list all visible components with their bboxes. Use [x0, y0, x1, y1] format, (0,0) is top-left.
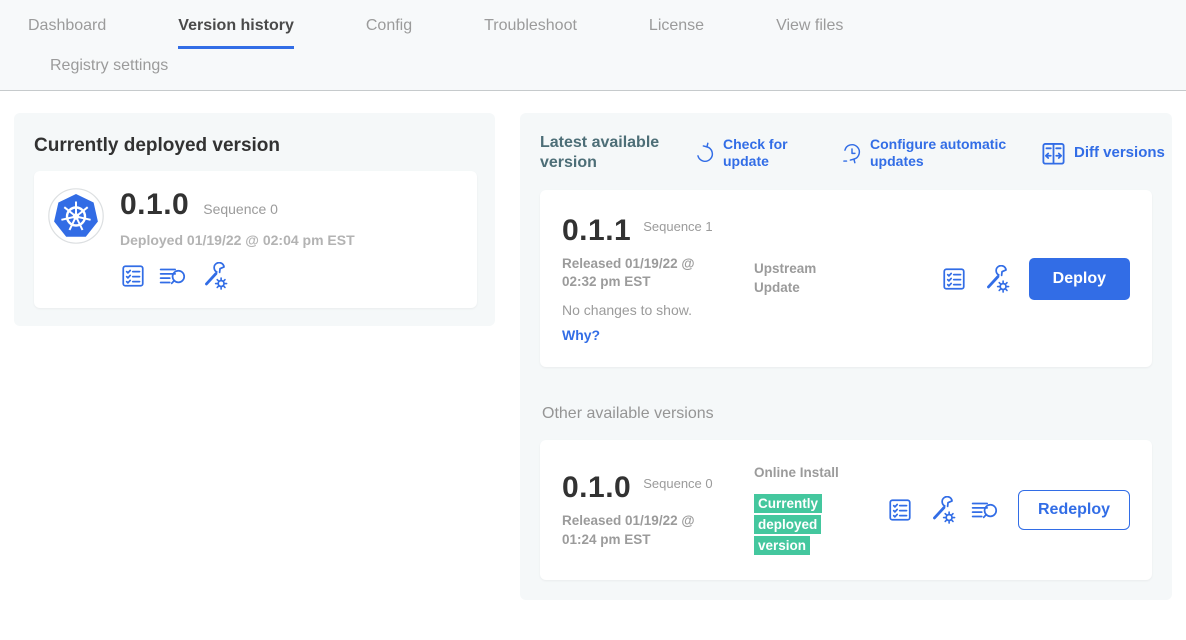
- tab-license[interactable]: License: [649, 17, 704, 49]
- deployed-version-card: 0.1.0 Sequence 0 Deployed 01/19/22 @ 02:…: [34, 171, 477, 308]
- currently-deployed-panel: Currently deployed version: [14, 113, 495, 326]
- kubernetes-logo: [48, 188, 104, 249]
- tab-registry-settings[interactable]: Registry settings: [50, 57, 168, 75]
- redeploy-button[interactable]: Redeploy: [1018, 490, 1130, 530]
- other-version-card: 0.1.0 Sequence 0 Released 01/19/22 @ 01:…: [540, 440, 1152, 580]
- edit-config-icon[interactable]: [200, 262, 228, 290]
- tab-troubleshoot[interactable]: Troubleshoot: [484, 17, 577, 49]
- deploy-button[interactable]: Deploy: [1029, 258, 1130, 300]
- deployed-version-info: 0.1.0 Sequence 0 Deployed 01/19/22 @ 02:…: [120, 188, 355, 290]
- other-version-info: 0.1.0 Sequence 0 Released 01/19/22 @ 01:…: [562, 471, 754, 548]
- why-link[interactable]: Why?: [562, 327, 600, 343]
- other-versions-title: Other available versions: [542, 405, 1152, 423]
- currently-deployed-title: Currently deployed version: [34, 135, 477, 157]
- primary-tab-bar: Dashboard Version history Config Trouble…: [0, 0, 1186, 49]
- view-logs-icon[interactable]: [971, 497, 999, 523]
- edit-config-icon[interactable]: [982, 265, 1010, 293]
- tab-dashboard[interactable]: Dashboard: [28, 17, 106, 49]
- other-sequence-label: Sequence 0: [643, 471, 715, 493]
- diff-versions-link[interactable]: Diff versions: [1040, 140, 1165, 167]
- preflight-checklist-icon[interactable]: [887, 497, 913, 523]
- latest-available-title: Latest available version: [540, 133, 672, 173]
- no-changes-note: No changes to show.: [562, 302, 754, 318]
- available-versions-panel: Latest available version Check for updat…: [520, 113, 1172, 600]
- check-for-update-icon: [694, 141, 716, 165]
- preflight-checklist-icon[interactable]: [941, 266, 967, 292]
- deployed-timestamp: Deployed 01/19/22 @ 02:04 pm EST: [120, 232, 355, 248]
- automatic-updates-icon: [841, 141, 863, 165]
- latest-version-source: Upstream Update: [754, 260, 846, 296]
- configure-automatic-updates-link[interactable]: Configure automatic updates: [841, 136, 1028, 170]
- diff-versions-icon: [1040, 140, 1067, 167]
- main-content: Currently deployed version: [0, 91, 1186, 600]
- other-version-number: 0.1.0: [562, 471, 631, 504]
- currently-deployed-badge-wrap: Currently deployed version: [754, 494, 834, 557]
- secondary-tab-bar: Registry settings: [0, 49, 1186, 90]
- app-header: Dashboard Version history Config Trouble…: [0, 0, 1186, 91]
- available-versions-header: Latest available version Check for updat…: [540, 133, 1152, 173]
- latest-sequence-label: Sequence 1: [643, 214, 715, 236]
- currently-deployed-badge: Currently deployed version: [754, 494, 822, 555]
- deployed-sequence-label: Sequence 0: [203, 201, 278, 217]
- check-for-update-link[interactable]: Check for update: [694, 136, 801, 170]
- deployed-version-number: 0.1.0: [120, 188, 189, 221]
- latest-version-info: 0.1.1 Sequence 1 Released 01/19/22 @ 02:…: [562, 214, 754, 343]
- latest-version-card: 0.1.1 Sequence 1 Released 01/19/22 @ 02:…: [540, 190, 1152, 367]
- other-version-source: Online Install Currently deployed versio…: [754, 464, 846, 557]
- tab-config[interactable]: Config: [366, 17, 412, 49]
- tab-version-history[interactable]: Version history: [178, 17, 294, 49]
- edit-config-icon[interactable]: [928, 496, 956, 524]
- preflight-checklist-icon[interactable]: [120, 263, 146, 289]
- tab-view-files[interactable]: View files: [776, 17, 843, 49]
- latest-version-number: 0.1.1: [562, 214, 631, 247]
- other-source-label: Online Install: [754, 464, 846, 482]
- other-released-timestamp: Released 01/19/22 @ 01:24 pm EST: [562, 512, 730, 548]
- view-logs-icon[interactable]: [159, 263, 187, 289]
- latest-released-timestamp: Released 01/19/22 @ 02:32 pm EST: [562, 255, 730, 291]
